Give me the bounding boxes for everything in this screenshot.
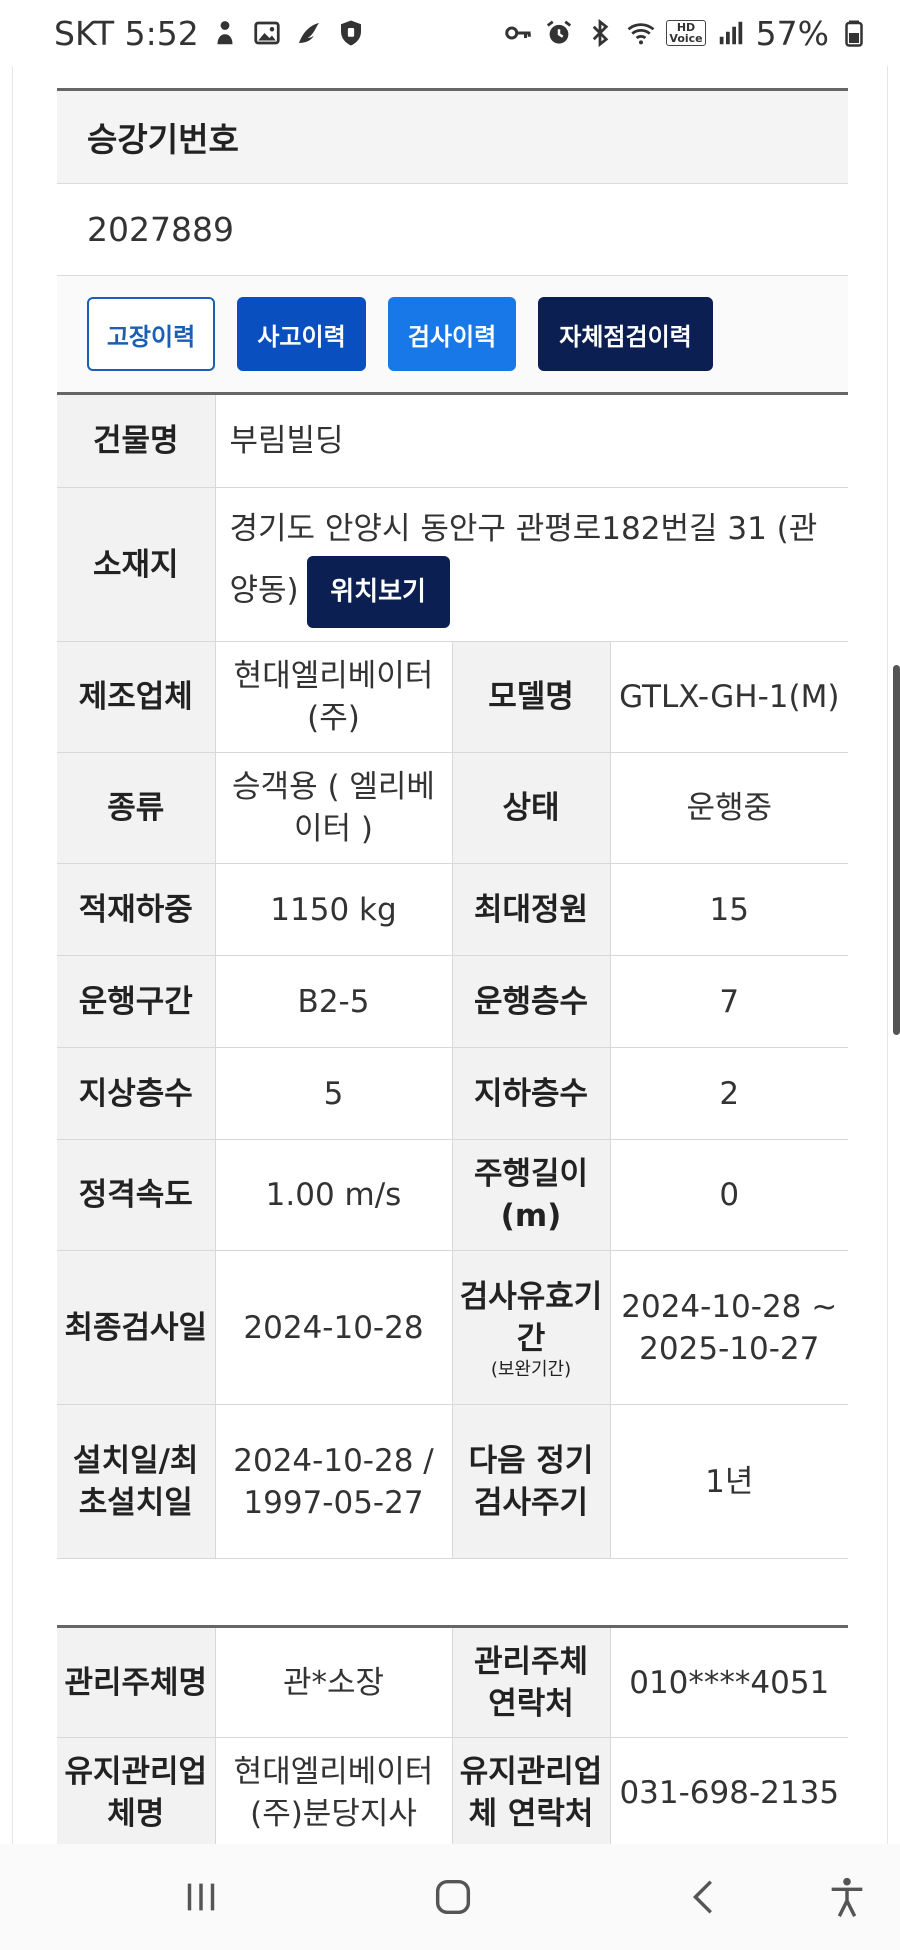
view-location-button[interactable]: 위치보기 xyxy=(306,555,450,628)
table-row: 종류 승객용 ( 엘리베이터 ) 상태 운행중 xyxy=(57,752,849,864)
manager-label: 관리주체명 xyxy=(57,1626,215,1738)
table-row: 운행구간 B2-5 운행층수 7 xyxy=(57,955,849,1048)
travel-length-label: 주행길이 (m) xyxy=(452,1139,610,1251)
history-button-row: 고장이력 사고이력 검사이력 자체점검이력 xyxy=(57,276,848,392)
manufacturer-label: 제조업체 xyxy=(57,641,215,753)
above-floors-label: 지상층수 xyxy=(57,1047,215,1140)
speed-label: 정격속도 xyxy=(57,1139,215,1251)
wifi-icon xyxy=(625,17,657,49)
table-row: 건물명 부림빌딩 xyxy=(57,393,849,488)
floors-label: 운행층수 xyxy=(452,955,610,1048)
model-value: GTLX-GH-1(M) xyxy=(609,641,849,753)
manager-contact-label: 관리주체 연락처 xyxy=(452,1626,610,1738)
table-row: 지상층수 5 지하층수 2 xyxy=(57,1047,849,1140)
back-button[interactable] xyxy=(680,1874,730,1920)
accessibility-icon xyxy=(831,1877,863,1917)
table-row: 적재하중 1150 kg 최대정원 15 xyxy=(57,863,849,956)
validity-value: 2024-10-28 ~ 2025-10-27 xyxy=(609,1250,849,1405)
table-row: 소재지 경기도 안양시 동안구 관평로182번길 31 (관양동) 위치보기 xyxy=(57,487,849,642)
maintenance-contact-value: 031-698-2135 xyxy=(609,1737,848,1844)
management-info-table: 관리주체명 관*소장 관리주체 연락처 010****4051 유지관리업체명 … xyxy=(57,1625,848,1844)
table-row: 정격속도 1.00 m/s 주행길이 (m) 0 xyxy=(57,1139,849,1251)
inspection-history-button[interactable]: 검사이력 xyxy=(388,297,516,371)
elevator-number-label: 승강기번호 xyxy=(57,91,848,184)
signal-icon xyxy=(715,17,747,49)
capacity-label: 최대정원 xyxy=(452,863,610,956)
table-row: 관리주체명 관*소장 관리주체 연락처 010****4051 xyxy=(57,1626,848,1738)
install-date-label: 설치일/최초설치일 xyxy=(57,1404,215,1559)
validity-label: 검사유효기간 xyxy=(459,1278,603,1357)
recents-icon xyxy=(187,1883,215,1911)
manufacturer-value: 현대엘리베이터(주) xyxy=(214,641,453,753)
inspection-cycle-label: 다음 정기 검사주기 xyxy=(452,1404,610,1559)
scrollbar-thumb[interactable] xyxy=(893,665,900,1035)
maintenance-contact-label: 유지관리업체 연락처 xyxy=(452,1737,610,1844)
recents-button[interactable] xyxy=(176,1874,226,1920)
table-row: 최종검사일 2024-10-28 검사유효기간 (보완기간) 2024-10-2… xyxy=(57,1250,849,1405)
table-row: 유지관리업체명 현대엘리베이터(주)분당지사 유지관리업체 연락처 031-69… xyxy=(57,1737,848,1844)
accessibility-button[interactable] xyxy=(822,1874,872,1920)
accident-history-button[interactable]: 사고이력 xyxy=(237,297,366,371)
page-content[interactable]: 승강기번호 2027889 고장이력 사고이력 검사이력 자체점검이력 건물명 … xyxy=(12,66,888,1844)
speed-value: 1.00 m/s xyxy=(214,1139,453,1251)
hd-voice-badge: HD Voice xyxy=(666,20,706,46)
type-value: 승객용 ( 엘리베이터 ) xyxy=(214,752,453,864)
self-check-history-button[interactable]: 자체점검이력 xyxy=(538,297,713,371)
voice-label: Voice xyxy=(669,32,703,45)
building-value: 부림빌딩 xyxy=(214,393,849,488)
status-left: SKT 5:52 xyxy=(54,14,367,53)
status-bar: SKT 5:52 HD Voice 57% xyxy=(0,0,900,66)
content-column: 승강기번호 2027889 고장이력 사고이력 검사이력 자체점검이력 건물명 … xyxy=(57,88,849,1844)
table-row: 설치일/최초설치일 2024-10-28 / 1997-05-27 다음 정기 … xyxy=(57,1404,849,1559)
carrier-time: SKT 5:52 xyxy=(54,13,199,53)
elevator-info-table: 건물명 부림빌딩 소재지 경기도 안양시 동안구 관평로182번길 31 (관양… xyxy=(57,392,849,1559)
location-cell: 경기도 안양시 동안구 관평로182번길 31 (관양동) 위치보기 xyxy=(214,487,849,642)
maintenance-company-value: 현대엘리베이터(주)분당지사 xyxy=(214,1737,453,1844)
elevator-number-section: 승강기번호 2027889 고장이력 사고이력 검사이력 자체점검이력 xyxy=(57,88,848,392)
alarm-icon xyxy=(543,17,575,49)
section-label: 운행구간 xyxy=(57,955,215,1048)
travel-length-value: 0 xyxy=(609,1139,849,1251)
back-icon xyxy=(692,1880,712,1914)
install-date-value: 2024-10-28 / 1997-05-27 xyxy=(214,1404,453,1559)
navigation-bar xyxy=(0,1844,900,1950)
battery-icon xyxy=(838,17,870,49)
bluetooth-icon xyxy=(584,17,616,49)
load-value: 1150 kg xyxy=(214,863,453,956)
manager-value: 관*소장 xyxy=(214,1626,453,1738)
home-icon xyxy=(435,1879,471,1915)
inspection-cycle-value: 1년 xyxy=(609,1404,849,1559)
status-label: 상태 xyxy=(452,752,610,864)
building-label: 건물명 xyxy=(57,393,215,488)
home-button[interactable] xyxy=(428,1874,478,1920)
floors-value: 7 xyxy=(609,955,849,1048)
battery-percent: 57% xyxy=(755,13,829,53)
elevator-number-value: 2027889 xyxy=(57,184,848,276)
shield-icon xyxy=(335,17,367,49)
type-label: 종류 xyxy=(57,752,215,864)
bird-icon xyxy=(293,17,325,49)
section-value: B2-5 xyxy=(214,955,453,1048)
failure-history-button[interactable]: 고장이력 xyxy=(87,297,215,371)
validity-note: (보완기간) xyxy=(490,1358,572,1380)
capacity-value: 15 xyxy=(609,863,849,956)
key-icon xyxy=(502,17,534,49)
location-label: 소재지 xyxy=(57,487,215,642)
last-inspection-label: 최종검사일 xyxy=(57,1250,215,1405)
validity-label-cell: 검사유효기간 (보완기간) xyxy=(452,1250,610,1405)
below-floors-value: 2 xyxy=(609,1047,849,1140)
below-floors-label: 지하층수 xyxy=(452,1047,610,1140)
table-row: 제조업체 현대엘리베이터(주) 모델명 GTLX-GH-1(M) xyxy=(57,641,849,753)
status-value: 운행중 xyxy=(609,752,849,864)
above-floors-value: 5 xyxy=(214,1047,453,1140)
load-label: 적재하중 xyxy=(57,863,215,956)
manager-contact-value: 010****4051 xyxy=(609,1626,848,1738)
status-right: HD Voice 57% xyxy=(502,14,870,53)
model-label: 모델명 xyxy=(452,641,610,753)
image-icon xyxy=(251,17,283,49)
person-icon xyxy=(209,17,241,49)
last-inspection-value: 2024-10-28 xyxy=(214,1250,453,1405)
maintenance-company-label: 유지관리업체명 xyxy=(57,1737,215,1844)
